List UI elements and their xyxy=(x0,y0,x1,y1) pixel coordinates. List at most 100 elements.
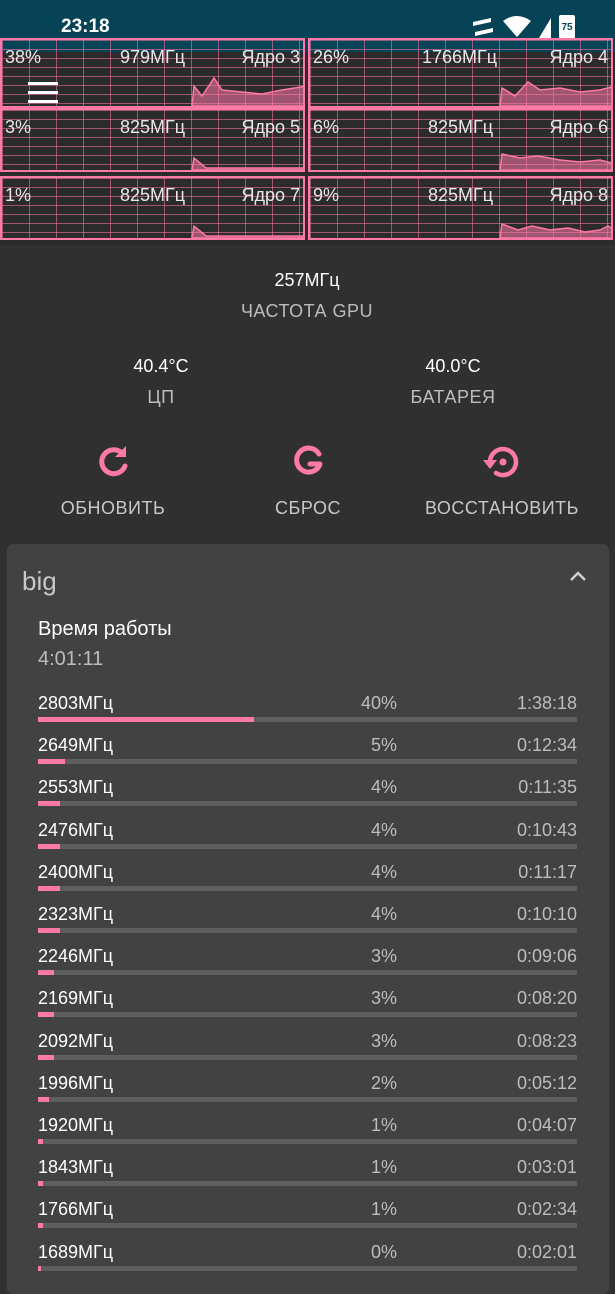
core-percent: 6% xyxy=(313,117,340,137)
frequency-percent: 3% xyxy=(370,988,397,1009)
refresh-button[interactable]: ОБНОВИТЬ xyxy=(13,442,213,519)
cluster-title: big xyxy=(22,566,57,596)
frequency-percent: 0% xyxy=(370,1241,397,1262)
reset-button[interactable]: СБРОС xyxy=(208,442,408,519)
progress-track xyxy=(38,759,577,765)
core-load-graph xyxy=(499,222,611,238)
frequency-time: 0:08:20 xyxy=(516,988,577,1009)
core-load-graph xyxy=(191,156,303,170)
progress-fill xyxy=(38,801,60,807)
core-load-graph xyxy=(499,153,611,170)
progress-fill xyxy=(38,885,60,891)
core-label: Ядро 3 xyxy=(241,47,300,67)
restore-icon xyxy=(483,446,519,478)
frequency-row: 2246МГц 3% 0:09:06 xyxy=(38,946,577,988)
core-graph-7: 1% 825МГц Ядро 7 xyxy=(0,176,305,240)
core-percent: 1% xyxy=(5,185,32,205)
frequency-percent: 1% xyxy=(370,1157,397,1178)
frequency-time: 0:02:01 xyxy=(516,1241,577,1262)
progress-track xyxy=(38,801,577,807)
core-freq: 825МГц xyxy=(428,117,494,137)
battery-temperature-value: 40.0°C xyxy=(425,356,481,376)
progress-track xyxy=(38,1012,577,1018)
progress-track xyxy=(38,928,577,933)
frequency-row: 1996МГц 2% 0:05:12 xyxy=(38,1073,577,1115)
progress-fill xyxy=(38,1181,44,1187)
core-percent: 3% xyxy=(5,117,32,137)
data-arrows-icon xyxy=(473,18,493,36)
frequency-percent: 4% xyxy=(370,904,397,924)
battery-temperature-label: БАТАРЕЯ xyxy=(410,387,496,407)
core-freq: 825МГц xyxy=(428,185,494,205)
core-freq: 1766МГц xyxy=(422,47,498,67)
frequency-row: 2323МГц 4% 0:10:10 xyxy=(38,904,577,946)
core-graphs: 38% 979МГц Ядро 3 26% 1766МГц Ядро 4 3% … xyxy=(0,38,615,245)
refresh-label: ОБНОВИТЬ xyxy=(60,498,166,518)
core-freq: 825МГц xyxy=(120,185,186,205)
frequency-row: 2169МГц 3% 0:08:20 xyxy=(38,988,577,1030)
restore-button[interactable]: ВОССТАНОВИТЬ xyxy=(402,442,602,519)
frequency-percent: 40% xyxy=(360,693,397,713)
gpu-frequency-value: 257МГц xyxy=(274,270,340,290)
signal-icon xyxy=(539,18,551,38)
frequency-time: 0:05:12 xyxy=(516,1072,577,1093)
frequency-time: 0:08:23 xyxy=(516,1030,577,1051)
cluster-card: big Время работы 4:01:11 2803МГц 40% 1:38:… xyxy=(7,544,609,1294)
core-percent: 38% xyxy=(5,47,42,67)
frequency-row: 1843МГц 1% 0:03:01 xyxy=(38,1157,577,1199)
core-label: Ядро 4 xyxy=(549,47,608,67)
core-load-graph xyxy=(499,81,611,106)
frequency-row: 1766МГц 1% 0:02:34 xyxy=(38,1199,577,1241)
frequency-row: 1689МГц 0% 0:02:01 xyxy=(38,1242,577,1284)
progress-fill xyxy=(38,843,60,849)
progress-track xyxy=(38,885,577,891)
status-time: 23:18 xyxy=(61,16,110,37)
status-icons: 75 xyxy=(471,14,575,40)
core-label: Ядро 5 xyxy=(241,117,300,137)
gpu-frequency: 257МГц ЧАСТОТА GPU xyxy=(157,270,457,322)
frequency-time: 0:12:34 xyxy=(516,735,577,756)
progress-track xyxy=(38,1139,577,1144)
progress-fill xyxy=(38,1223,44,1229)
frequency-time: 0:02:34 xyxy=(516,1199,577,1220)
core-percent: 9% xyxy=(313,185,340,205)
core-graph-8: 9% 825МГц Ядро 8 xyxy=(308,176,613,240)
progress-fill xyxy=(38,1265,41,1271)
menu-button[interactable] xyxy=(28,82,60,106)
frequency-row: 2553МГц 4% 0:11:35 xyxy=(38,777,577,819)
frequency-time: 1:38:18 xyxy=(516,693,577,713)
menu-icon xyxy=(28,82,58,85)
frequency-percent: 4% xyxy=(370,819,397,840)
cpu-temperature-label: ЦП xyxy=(147,387,175,407)
progress-track xyxy=(38,717,577,722)
frequency-row: 2400МГц 4% 0:11:17 xyxy=(38,862,577,904)
frequency-time: 0:04:07 xyxy=(516,1115,577,1135)
progress-fill xyxy=(38,1139,44,1144)
frequency-percent: 1% xyxy=(370,1115,397,1135)
reset-label: СБРОС xyxy=(275,498,341,518)
frequency-percent: 4% xyxy=(370,861,397,882)
frequency-row: 2803МГц 40% 1:38:18 xyxy=(38,693,577,735)
frequency-time: 0:10:43 xyxy=(516,819,577,840)
frequency-row: 2092МГц 3% 0:08:23 xyxy=(38,1031,577,1073)
progress-fill xyxy=(38,1096,49,1102)
progress-track xyxy=(38,1181,577,1187)
frequency-percent: 3% xyxy=(370,1030,397,1051)
frequency-time: 0:11:35 xyxy=(518,777,577,798)
battery-icon: 75 xyxy=(559,15,575,39)
progress-track xyxy=(38,1223,577,1229)
uptime-label: Время работы xyxy=(38,618,172,640)
progress-track xyxy=(38,1054,577,1060)
gpu-frequency-label: ЧАСТОТА GPU xyxy=(240,301,374,321)
frequency-time: 0:10:10 xyxy=(516,904,577,924)
progress-fill xyxy=(38,970,55,976)
progress-fill xyxy=(38,1012,55,1018)
uptime-value: 4:01:11 xyxy=(38,648,104,670)
cpu-temperature: 40.4°C ЦП xyxy=(61,356,261,408)
progress-track xyxy=(38,970,577,976)
reset-icon xyxy=(294,445,323,475)
wifi-icon xyxy=(503,16,531,37)
chevron-up-icon[interactable] xyxy=(569,570,587,582)
frequency-row: 1920МГц 1% 0:04:07 xyxy=(38,1115,577,1157)
frequency-time: 0:03:01 xyxy=(516,1157,577,1178)
